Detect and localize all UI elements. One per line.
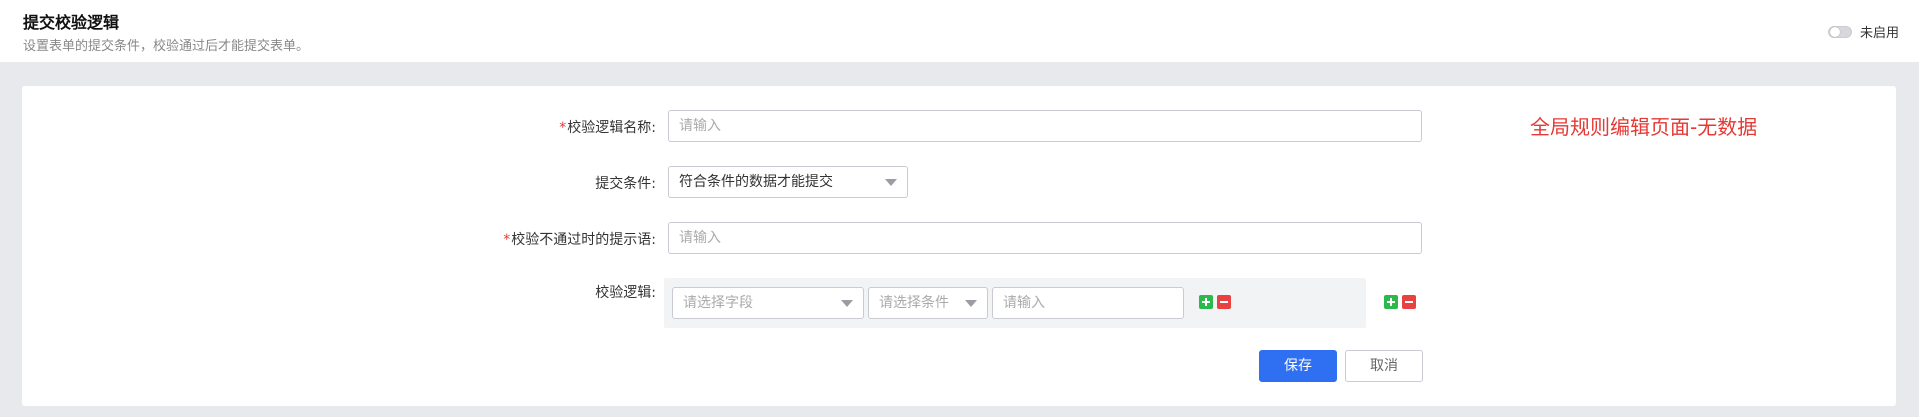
save-button[interactable]: 保存	[1259, 350, 1337, 382]
name-input[interactable]	[668, 110, 1422, 142]
page-annotation: 全局规则编辑页面-无数据	[1530, 115, 1758, 139]
message-input[interactable]	[668, 222, 1422, 254]
field-select-placeholder: 请选择字段	[683, 295, 753, 311]
message-label: *校验不通过时的提示语:	[503, 232, 656, 248]
remove-group-minus-icon[interactable]	[1402, 295, 1416, 309]
name-label: *校验逻辑名称:	[559, 120, 656, 136]
logic-label: 校验逻辑:	[595, 285, 656, 301]
logic-condition-row: 请选择字段 请选择条件	[664, 278, 1366, 328]
required-mark: *	[503, 232, 511, 248]
required-mark: *	[559, 120, 567, 136]
cancel-button[interactable]: 取消	[1345, 350, 1423, 382]
page-header: 提交校验逻辑 设置表单的提交条件，校验通过后才能提交表单。 未启用	[0, 0, 1919, 62]
chevron-down-icon	[841, 300, 853, 307]
add-condition-plus-icon[interactable]	[1199, 295, 1213, 309]
field-select[interactable]: 请选择字段	[672, 287, 864, 319]
chevron-down-icon	[885, 179, 897, 186]
enable-toggle[interactable]	[1827, 25, 1852, 38]
add-group-plus-icon[interactable]	[1384, 295, 1398, 309]
toggle-knob	[1829, 26, 1840, 37]
operator-select-placeholder: 请选择条件	[879, 295, 949, 311]
value-input[interactable]	[992, 287, 1184, 319]
condition-label: 提交条件:	[595, 176, 656, 192]
condition-select-value: 符合条件的数据才能提交	[679, 174, 833, 190]
enable-toggle-group: 未启用	[1827, 22, 1899, 41]
toggle-label: 未启用	[1859, 26, 1899, 41]
operator-select[interactable]: 请选择条件	[868, 287, 988, 319]
page-title: 提交校验逻辑	[23, 13, 120, 32]
condition-select[interactable]: 符合条件的数据才能提交	[668, 166, 908, 198]
page-description: 设置表单的提交条件，校验通过后才能提交表单。	[23, 39, 310, 54]
chevron-down-icon	[965, 300, 977, 307]
remove-condition-minus-icon[interactable]	[1217, 295, 1231, 309]
